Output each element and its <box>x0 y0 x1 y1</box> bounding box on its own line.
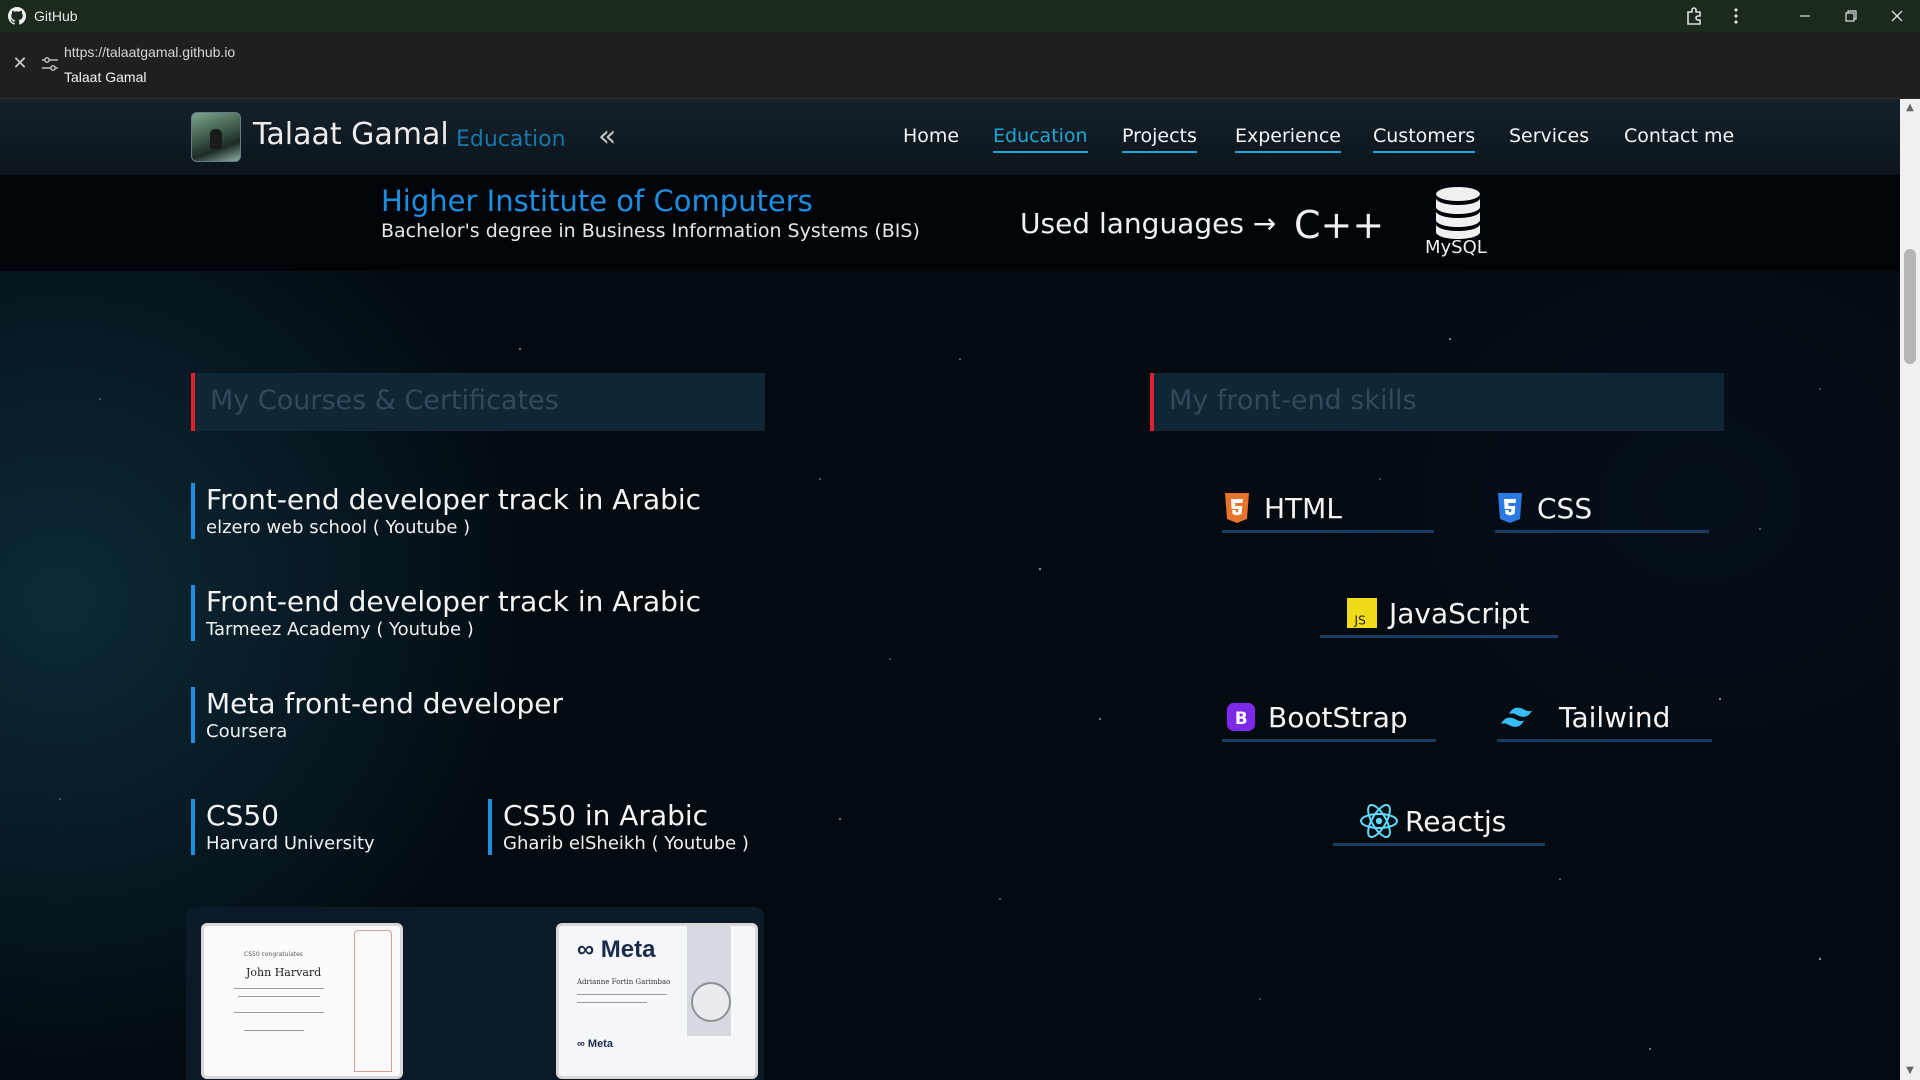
site-header: Talaat Gamal Education « Home Education … <box>0 99 1900 176</box>
svg-text:JS: JS <box>1354 613 1367 627</box>
used-languages-label: Used languages → <box>1020 207 1277 240</box>
course-provider: Tarmeez Academy ( Youtube ) <box>206 619 474 640</box>
url-text[interactable]: https://talaatgamal.github.io <box>64 44 235 60</box>
page-viewport: Talaat Gamal Education « Home Education … <box>0 99 1900 1080</box>
meta-logo-small: ∞ Meta <box>577 1038 613 1050</box>
nav-contact[interactable]: Contact me <box>1624 125 1734 151</box>
current-section-label: Education <box>456 127 566 152</box>
scroll-down-icon[interactable]: ▼ <box>1900 1062 1920 1080</box>
skill-javascript: JS JavaScript <box>1320 591 1558 638</box>
institute-section: Higher Institute of Computers Bachelor's… <box>0 175 1900 271</box>
skill-label: BootStrap <box>1268 700 1408 734</box>
skill-label: Reactjs <box>1405 804 1507 838</box>
extensions-icon[interactable] <box>1680 0 1708 32</box>
mysql-label: MySQL <box>1425 237 1487 258</box>
course-provider: Coursera <box>206 721 288 742</box>
courses-section-title: My Courses & Certificates <box>210 385 559 416</box>
meta-logo: ∞ Meta <box>577 936 656 963</box>
scrollbar-thumb[interactable] <box>1904 249 1916 364</box>
more-menu-icon[interactable] <box>1724 0 1748 32</box>
cs50-certificate-image[interactable]: CS50 congratulates John Harvard <box>201 923 403 1079</box>
skill-label: CSS <box>1537 491 1593 525</box>
skill-label: Tailwind <box>1559 700 1671 734</box>
course-title: Front-end developer track in Arabic <box>206 585 702 618</box>
page-title: Talaat Gamal <box>64 69 147 85</box>
course-provider: elzero web school ( Youtube ) <box>206 517 471 538</box>
skills-section-title: My front-end skills <box>1169 385 1417 416</box>
certificates-panel: CS50 congratulates John Harvard ∞ Meta A… <box>186 907 764 1080</box>
bootstrap-icon: B <box>1226 700 1256 734</box>
course-provider: Harvard University <box>206 833 375 854</box>
nav-home[interactable]: Home <box>903 125 959 151</box>
skill-label: HTML <box>1264 491 1342 525</box>
course-item: Front-end developer track in Arabic elze… <box>191 483 701 539</box>
course-provider: Gharib elSheikh ( Youtube ) <box>503 833 749 854</box>
skill-html: HTML <box>1222 486 1434 533</box>
courses-section-header: My Courses & Certificates <box>191 373 765 431</box>
institute-name: Higher Institute of Computers <box>381 184 813 218</box>
skill-bootstrap: B BootStrap <box>1222 695 1436 742</box>
nav-experience[interactable]: Experience <box>1235 125 1341 153</box>
vertical-scrollbar[interactable]: ▲ ▼ <box>1900 99 1920 1080</box>
react-icon <box>1359 804 1399 838</box>
svg-text:B: B <box>1235 708 1248 728</box>
harvard-tower-illustration <box>354 930 392 1072</box>
chevron-double-left-icon[interactable]: « <box>598 119 616 154</box>
app-title: GitHub <box>34 8 78 24</box>
course-item: Meta front-end developer Coursera <box>191 687 563 743</box>
minimize-icon[interactable] <box>1782 0 1828 32</box>
nav-projects[interactable]: Projects <box>1122 125 1197 153</box>
institute-degree: Bachelor's degree in Business Informatio… <box>381 220 920 242</box>
nav-customers[interactable]: Customers <box>1373 125 1476 153</box>
site-settings-icon[interactable] <box>40 54 60 74</box>
github-icon <box>8 7 26 25</box>
html5-icon <box>1222 491 1252 525</box>
skills-section-header: My front-end skills <box>1150 373 1724 431</box>
database-icon <box>1436 187 1480 239</box>
cpp-label: C++ <box>1294 203 1385 247</box>
skill-tailwind: Tailwind <box>1497 695 1712 742</box>
nav-education[interactable]: Education <box>993 125 1088 153</box>
address-bar: ✕ https://talaatgamal.github.io Talaat G… <box>0 32 1920 99</box>
restore-icon[interactable] <box>1828 0 1874 32</box>
course-title: Front-end developer track in Arabic <box>206 483 702 516</box>
course-title: CS50 in Arabic <box>503 799 709 832</box>
coursera-seal-icon <box>691 982 731 1022</box>
scroll-up-icon[interactable]: ▲ <box>1900 99 1920 117</box>
javascript-icon: JS <box>1347 596 1377 630</box>
skill-css: CSS <box>1495 486 1709 533</box>
skill-reactjs: Reactjs <box>1333 799 1545 846</box>
meta-certificate-image[interactable]: ∞ Meta Adrianne Fortin Garimbao ∞ Meta <box>556 923 758 1079</box>
course-item: Front-end developer track in Arabic Tarm… <box>191 585 701 641</box>
skill-label: JavaScript <box>1389 596 1530 630</box>
brand-name[interactable]: Talaat Gamal <box>253 117 449 152</box>
tailwind-icon <box>1497 700 1547 734</box>
course-title: CS50 <box>206 799 279 832</box>
window-titlebar: GitHub <box>0 0 1920 32</box>
close-app-icon[interactable]: ✕ <box>10 54 30 74</box>
course-item: CS50 in Arabic Gharib elSheikh ( Youtube… <box>488 799 749 855</box>
course-title: Meta front-end developer <box>206 687 563 720</box>
course-item: CS50 Harvard University <box>191 799 375 855</box>
nav-services[interactable]: Services <box>1509 125 1589 151</box>
css3-icon <box>1495 491 1525 525</box>
close-window-icon[interactable] <box>1874 0 1920 32</box>
avatar[interactable] <box>191 112 241 162</box>
